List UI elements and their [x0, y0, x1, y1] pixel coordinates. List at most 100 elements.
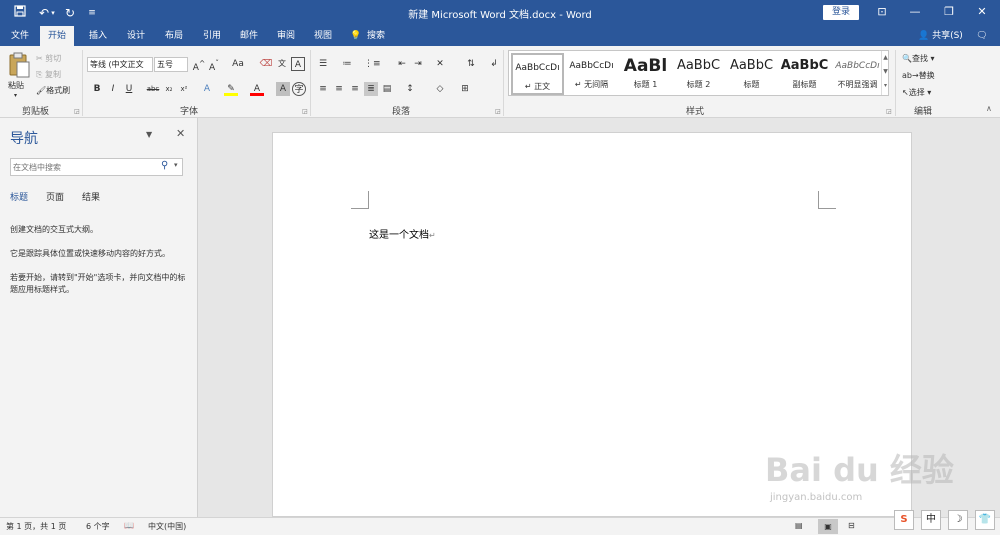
- nav-close-icon[interactable]: ✕: [176, 127, 185, 140]
- nav-tab-headings[interactable]: 标题: [10, 190, 28, 203]
- tab-review[interactable]: 审阅: [270, 26, 302, 46]
- comments-icon[interactable]: 🗨: [972, 26, 992, 46]
- minimize-icon[interactable]: —: [903, 3, 927, 21]
- clipboard-launcher-icon[interactable]: ◲: [74, 108, 80, 115]
- share-icon: 👤: [918, 31, 933, 41]
- paragraph-launcher-icon[interactable]: ◲: [495, 108, 501, 115]
- font-launcher-icon[interactable]: ◲: [302, 108, 308, 115]
- highlight-icon[interactable]: ✎: [224, 82, 238, 96]
- ime-skin-icon[interactable]: 👕: [975, 510, 995, 530]
- web-layout-icon[interactable]: ⊟: [848, 521, 855, 530]
- font-size-combo[interactable]: 五号: [154, 57, 188, 72]
- line-spacing-icon[interactable]: ↕: [403, 82, 417, 96]
- collapse-ribbon-icon[interactable]: ∧: [986, 104, 992, 113]
- bold-icon[interactable]: B: [90, 82, 104, 96]
- text-effects-icon[interactable]: A: [200, 82, 214, 96]
- nav-tab-results[interactable]: 结果: [82, 190, 100, 203]
- nav-options-icon[interactable]: ▼: [146, 130, 152, 139]
- share-button[interactable]: 👤 共享(S): [918, 26, 963, 46]
- search-icon[interactable]: ⚲: [161, 160, 168, 171]
- tab-references[interactable]: 引用: [196, 26, 228, 46]
- paste-icon[interactable]: [8, 52, 30, 78]
- align-center-icon[interactable]: ≡: [332, 82, 346, 96]
- copy-button[interactable]: ⎘ 复制: [36, 69, 61, 80]
- styles-launcher-icon[interactable]: ◲: [886, 108, 892, 115]
- sort-icon[interactable]: ⇅: [464, 57, 478, 71]
- word-count[interactable]: 6 个字: [86, 521, 110, 532]
- style-subtitle[interactable]: AaBbC 副标题: [778, 53, 831, 95]
- bullets-icon[interactable]: ☰: [316, 57, 330, 71]
- borders-icon[interactable]: ⊞: [458, 82, 472, 96]
- page-count[interactable]: 第 1 页，共 1 页: [6, 521, 66, 532]
- chinese-layout-icon[interactable]: ✕: [433, 57, 447, 71]
- tab-home[interactable]: 开始: [40, 26, 74, 46]
- tab-view[interactable]: 视图: [307, 26, 339, 46]
- ime-logo-icon[interactable]: S: [894, 510, 914, 530]
- read-mode-icon[interactable]: ▤: [795, 521, 803, 530]
- character-border-icon[interactable]: A: [291, 57, 305, 71]
- cut-button[interactable]: ✂ 剪切: [36, 53, 61, 64]
- document-text[interactable]: 这是一个文档↵: [369, 226, 436, 241]
- status-bar: 第 1 页，共 1 页 6 个字 📖 中文(中国) ▤ ▣ ⊟: [0, 517, 1000, 535]
- style-heading-1[interactable]: AaBl 标题 1: [619, 53, 672, 95]
- style-sample: AaBbCcDı: [835, 61, 880, 71]
- phonetic-guide-button[interactable]: 文: [275, 57, 289, 71]
- tab-insert[interactable]: 插入: [82, 26, 114, 46]
- search-dropdown-icon[interactable]: ▾: [174, 161, 178, 169]
- ribbon-display-options-icon[interactable]: ⊡: [870, 3, 894, 21]
- subscript-icon[interactable]: x₂: [162, 82, 176, 96]
- format-painter-button[interactable]: 🖌格式刷: [36, 85, 70, 96]
- restore-icon[interactable]: ❐: [937, 3, 961, 21]
- strikethrough-icon[interactable]: abc: [145, 82, 161, 96]
- tab-design[interactable]: 设计: [120, 26, 152, 46]
- align-right-icon[interactable]: ≡: [348, 82, 362, 96]
- change-case-button[interactable]: Aa: [228, 57, 248, 71]
- underline-icon[interactable]: U: [122, 82, 136, 96]
- show-hide-marks-icon[interactable]: ↲: [487, 57, 501, 71]
- style-heading-2[interactable]: AaBbC 标题 2: [672, 53, 725, 95]
- ime-moon-icon[interactable]: ☽: [948, 510, 968, 530]
- justify-icon[interactable]: ≣: [364, 82, 378, 96]
- tell-me-search[interactable]: 搜索: [364, 26, 388, 46]
- italic-icon[interactable]: I: [106, 82, 120, 96]
- numbering-icon[interactable]: ≔: [340, 57, 354, 71]
- find-button[interactable]: 🔍查找 ▾: [902, 53, 935, 64]
- distributed-icon[interactable]: ▤: [380, 82, 394, 96]
- login-button[interactable]: 登录: [823, 5, 859, 20]
- font-color-icon[interactable]: A: [250, 82, 264, 96]
- nav-tab-pages[interactable]: 页面: [46, 190, 64, 203]
- multilevel-list-icon[interactable]: ⋮≡: [364, 57, 381, 71]
- find-label: 查找: [911, 54, 928, 63]
- close-window-icon[interactable]: ✕: [970, 3, 994, 21]
- replace-button[interactable]: ab→替换: [902, 70, 935, 81]
- language-indicator[interactable]: 中文(中国): [148, 521, 186, 532]
- character-shading-icon[interactable]: A: [276, 82, 290, 96]
- style-name: 副标题: [792, 80, 817, 89]
- grow-font-icon[interactable]: A^: [192, 57, 206, 73]
- superscript-icon[interactable]: x²: [177, 82, 191, 96]
- align-left-icon[interactable]: ≡: [316, 82, 330, 96]
- decrease-indent-icon[interactable]: ⇤: [395, 57, 409, 71]
- increase-indent-icon[interactable]: ⇥: [411, 57, 425, 71]
- font-name-combo[interactable]: 等线 (中文正文: [87, 57, 153, 72]
- styles-scroll[interactable]: ▲ ▼ ▾: [881, 51, 889, 95]
- shrink-font-icon[interactable]: Aˇ: [207, 57, 221, 73]
- print-layout-icon[interactable]: ▣: [818, 519, 838, 534]
- select-button[interactable]: ↖选择 ▾: [902, 87, 931, 98]
- ime-chinese-mode[interactable]: 中: [921, 510, 941, 530]
- proofing-icon[interactable]: 📖: [124, 521, 134, 530]
- tab-file[interactable]: 文件: [4, 26, 36, 46]
- nav-search-input[interactable]: [13, 160, 158, 174]
- shading-icon[interactable]: ◇: [433, 82, 447, 96]
- paste-dropdown-icon[interactable]: ▾: [14, 92, 17, 99]
- tab-mailings[interactable]: 邮件: [233, 26, 265, 46]
- nav-search-box[interactable]: ⚲ ▾: [10, 158, 183, 176]
- clear-formatting-icon[interactable]: ⌫: [259, 57, 273, 71]
- style-normal[interactable]: AaBbCcDı ↵ 正文: [511, 53, 564, 95]
- paste-button[interactable]: 粘贴: [8, 80, 24, 91]
- tab-layout[interactable]: 布局: [158, 26, 190, 46]
- style-title[interactable]: AaBbC 标题: [725, 53, 778, 95]
- style-subtle-emphasis[interactable]: AaBbCcDı 不明显强调: [831, 53, 884, 95]
- style-no-spacing[interactable]: AaBbCcDı ↵ 无间隔: [565, 53, 618, 95]
- enclose-characters-icon[interactable]: 字: [292, 82, 306, 96]
